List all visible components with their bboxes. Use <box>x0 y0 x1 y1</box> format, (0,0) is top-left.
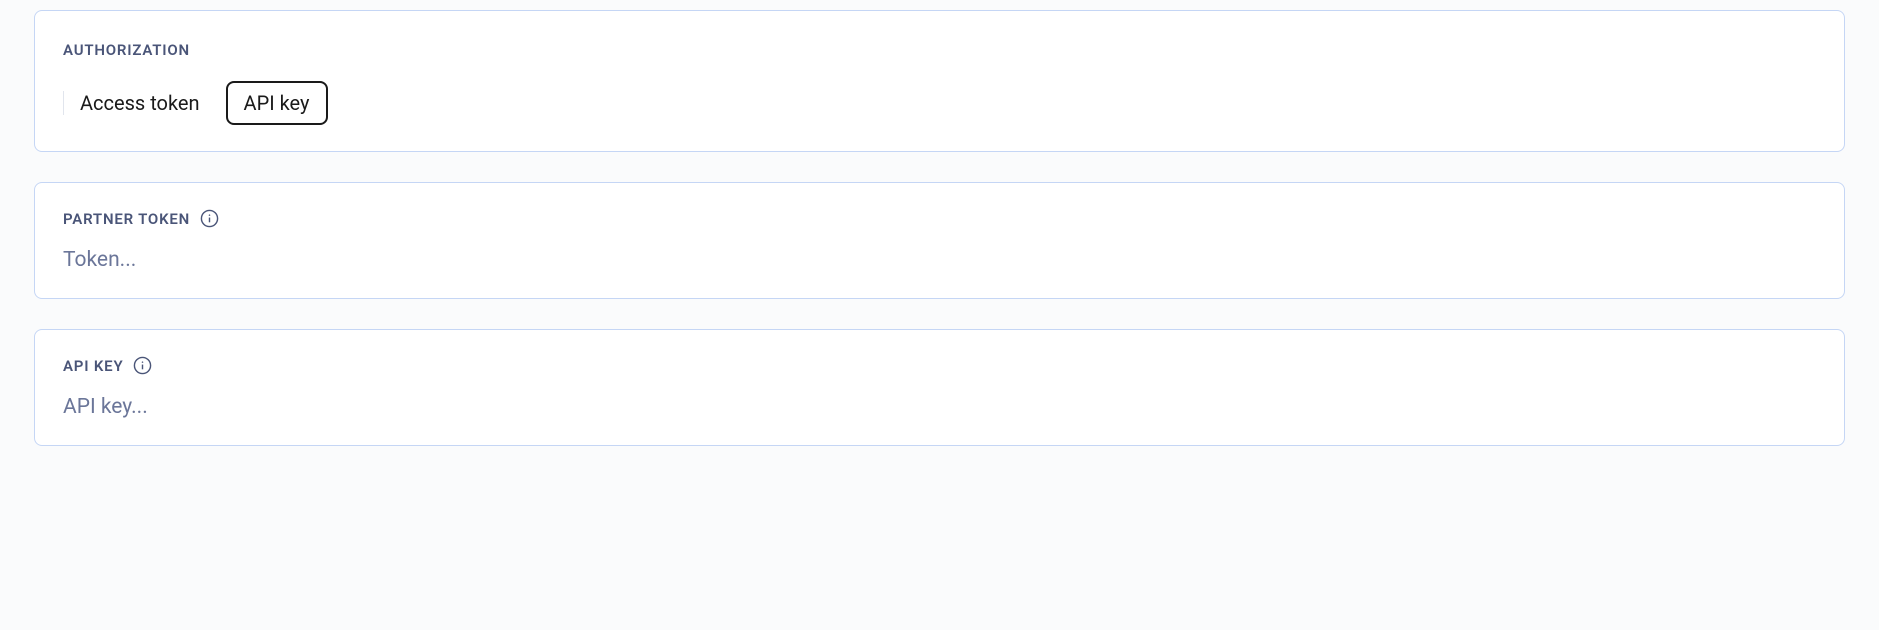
api-key-section: API KEY <box>34 329 1845 446</box>
info-icon[interactable] <box>200 209 219 228</box>
authorization-label: AUTHORIZATION <box>63 41 1816 59</box>
partner-token-label: PARTNER TOKEN <box>63 210 190 228</box>
api-key-input[interactable] <box>63 395 1816 419</box>
toggle-option-access-token[interactable]: Access token <box>78 81 212 125</box>
authorization-section: AUTHORIZATION Access token API key <box>34 10 1845 152</box>
partner-token-section: PARTNER TOKEN <box>34 182 1845 299</box>
toggle-divider <box>63 91 64 115</box>
toggle-option-api-key[interactable]: API key <box>226 81 328 125</box>
info-icon[interactable] <box>133 356 152 375</box>
partner-token-input[interactable] <box>63 248 1816 272</box>
authorization-toggle-group: Access token API key <box>63 81 1816 125</box>
partner-token-label-row: PARTNER TOKEN <box>63 209 1816 228</box>
api-key-label-row: API KEY <box>63 356 1816 375</box>
api-key-label: API KEY <box>63 357 123 375</box>
